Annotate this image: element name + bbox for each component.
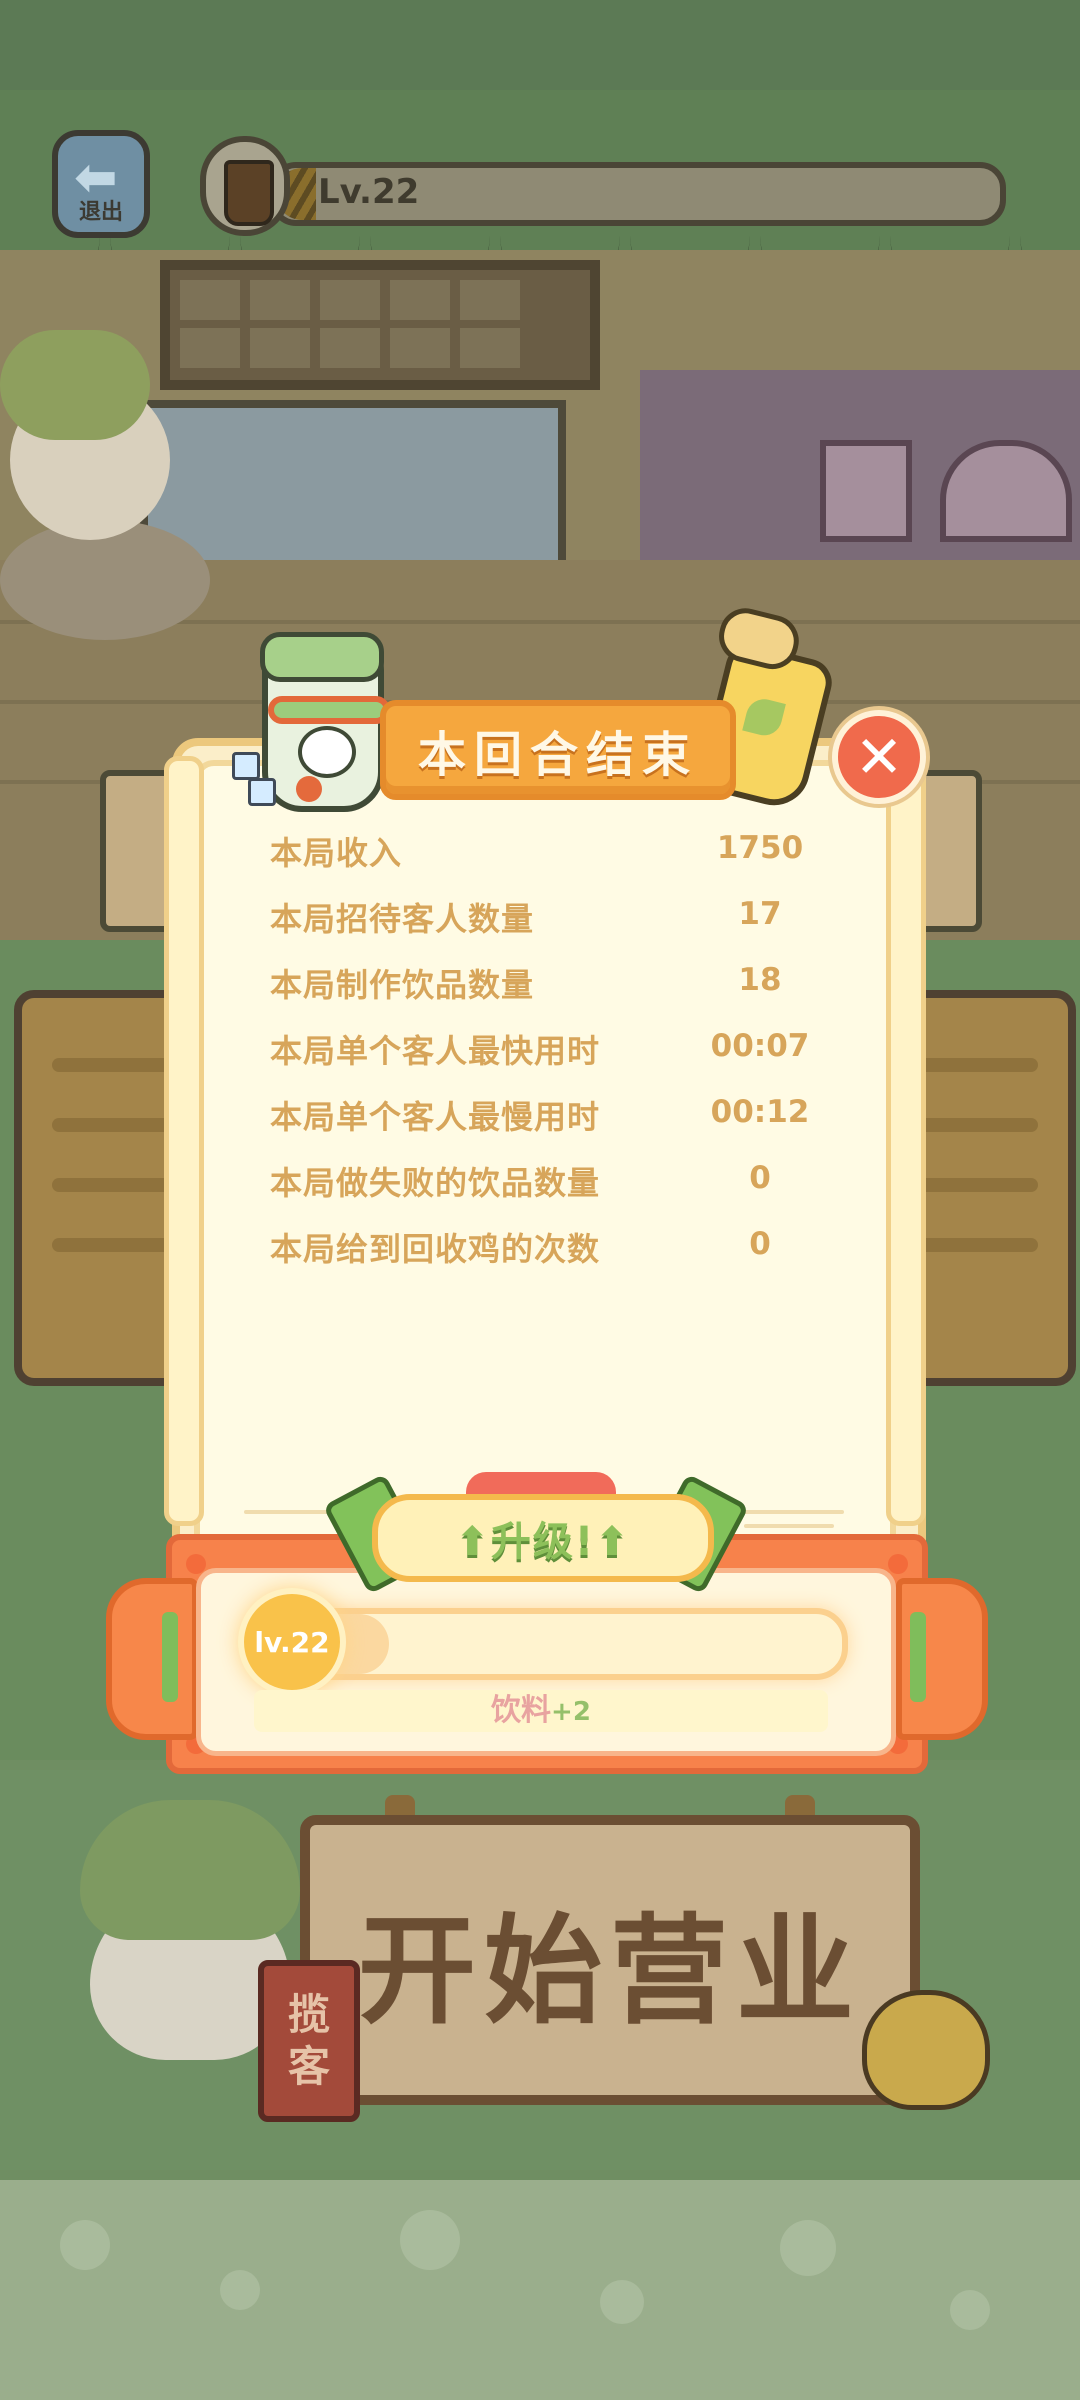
stat-row-customers: 本局招待客人数量 17 (270, 886, 830, 952)
stat-label: 本局给到回收鸡的次数 (270, 1230, 601, 1268)
upgrade-badge: ⬆升级!⬆ (372, 1494, 714, 1582)
stat-label: 本局单个客人最快用时 (270, 1032, 601, 1070)
ice-cube-icon (232, 752, 260, 780)
stats-list: 本局收入 1750 本局招待客人数量 17 本局制作饮品数量 18 本局单个客人… (270, 820, 830, 1282)
stat-value: 0 (749, 1226, 771, 1262)
close-button[interactable]: ✕ (832, 710, 926, 804)
upgrade-label: ⬆升级!⬆ (455, 1519, 631, 1565)
stat-row-recycle-chicken: 本局给到回收鸡的次数 0 (270, 1216, 830, 1282)
stat-value: 00:07 (710, 1028, 810, 1064)
stat-label: 本局制作饮品数量 (270, 966, 535, 1004)
stat-value: 17 (738, 896, 782, 932)
exp-progress-bar (270, 1608, 848, 1680)
reward-row: 饮料+2 (254, 1690, 828, 1732)
close-icon: ✕ (854, 723, 904, 791)
popup-title: 本回合结束 (417, 727, 698, 783)
reward-amount: +2 (551, 1697, 591, 1727)
popup-title-ribbon: 本回合结束 (380, 700, 736, 800)
ribbon-bow-left (106, 1578, 198, 1740)
stat-value: 0 (749, 1160, 771, 1196)
level-badge-text: lv.22 (254, 1625, 330, 1659)
stat-row-slowest: 本局单个客人最慢用时 00:12 (270, 1084, 830, 1150)
stat-label: 本局招待客人数量 (270, 900, 535, 938)
stat-row-failed: 本局做失败的饮品数量 0 (270, 1150, 830, 1216)
stat-label: 本局收入 (270, 834, 403, 872)
stat-value: 18 (738, 962, 782, 998)
ribbon-bow-right (896, 1578, 988, 1740)
stat-label: 本局单个客人最慢用时 (270, 1098, 601, 1136)
reward-label: 饮料 (491, 1693, 552, 1728)
stat-row-income: 本局收入 1750 (270, 820, 830, 886)
stat-row-drinks-made: 本局制作饮品数量 18 (270, 952, 830, 1018)
level-badge: lv.22 (238, 1588, 346, 1696)
stat-row-fastest: 本局单个客人最快用时 00:07 (270, 1018, 830, 1084)
stat-value: 00:12 (710, 1094, 810, 1130)
ice-cube-icon (248, 778, 276, 806)
stat-label: 本局做失败的饮品数量 (270, 1164, 601, 1202)
stat-value: 1750 (716, 830, 804, 866)
drink-cup-decoration-icon (260, 632, 390, 812)
